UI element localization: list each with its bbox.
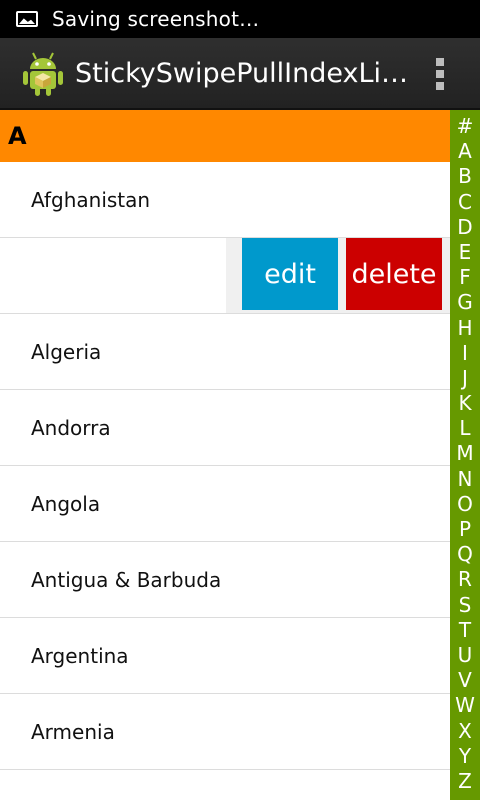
index-letter[interactable]: U — [450, 643, 480, 668]
index-letter[interactable]: B — [450, 164, 480, 189]
delete-button[interactable]: delete — [346, 238, 442, 310]
index-letter[interactable]: M — [450, 441, 480, 466]
list-item-swiped[interactable]: edit delete — [0, 238, 450, 314]
app-title: StickySwipePullIndexLi… — [75, 57, 408, 89]
list-item-label: Argentina — [31, 643, 129, 668]
index-letter[interactable]: S — [450, 593, 480, 618]
list-item-label: Antigua & Barbuda — [31, 567, 222, 592]
index-letter[interactable]: P — [450, 517, 480, 542]
index-letter[interactable]: E — [450, 240, 480, 265]
list-item-label: Algeria — [31, 339, 102, 364]
index-letter[interactable]: F — [450, 265, 480, 290]
overflow-menu-icon[interactable] — [436, 58, 444, 90]
index-letter[interactable]: C — [450, 190, 480, 215]
list-item[interactable]: Andorra — [0, 390, 450, 466]
index-letter[interactable]: L — [450, 416, 480, 441]
index-letter[interactable]: Z — [450, 769, 480, 794]
section-header: A — [0, 110, 450, 162]
index-letter[interactable]: # — [450, 114, 480, 139]
index-letter[interactable]: T — [450, 618, 480, 643]
list-item[interactable]: Armenia — [0, 694, 450, 770]
list-item[interactable]: Angola — [0, 466, 450, 542]
country-list[interactable]: A Afghanistan edit delete Algeria Andorr… — [0, 110, 450, 800]
index-letter[interactable]: Q — [450, 542, 480, 567]
list-item[interactable]: Argentina — [0, 618, 450, 694]
list-item-label: Andorra — [31, 415, 111, 440]
index-letter[interactable]: R — [450, 567, 480, 592]
alphabet-index-bar[interactable]: # A B C D E F G H I J K L M N O P Q R S … — [450, 110, 480, 800]
index-letter[interactable]: I — [450, 341, 480, 366]
list-item[interactable]: Afghanistan — [0, 162, 450, 238]
picture-icon — [16, 11, 38, 27]
status-text: Saving screenshot… — [52, 7, 260, 31]
index-letter[interactable]: Y — [450, 744, 480, 769]
index-letter[interactable]: W — [450, 693, 480, 718]
status-bar: Saving screenshot… — [0, 0, 480, 38]
list-item-label: Armenia — [31, 719, 115, 744]
index-letter[interactable]: D — [450, 215, 480, 240]
list-item[interactable]: Algeria — [0, 314, 450, 390]
index-letter[interactable]: G — [450, 290, 480, 315]
index-letter[interactable]: A — [450, 139, 480, 164]
android-icon[interactable] — [21, 49, 65, 97]
index-letter[interactable]: J — [450, 366, 480, 391]
list-item-label: Afghanistan — [31, 187, 151, 212]
index-letter[interactable]: V — [450, 668, 480, 693]
index-letter[interactable]: X — [450, 719, 480, 744]
list-item-label: Angola — [31, 491, 101, 516]
index-letter[interactable]: K — [450, 391, 480, 416]
action-bar: StickySwipePullIndexLi… — [0, 38, 480, 110]
list-item[interactable]: Antigua & Barbuda — [0, 542, 450, 618]
index-letter[interactable]: H — [450, 316, 480, 341]
index-letter[interactable]: N — [450, 467, 480, 492]
swipe-actions: edit delete — [226, 238, 450, 313]
index-letter[interactable]: O — [450, 492, 480, 517]
edit-button[interactable]: edit — [242, 238, 338, 310]
